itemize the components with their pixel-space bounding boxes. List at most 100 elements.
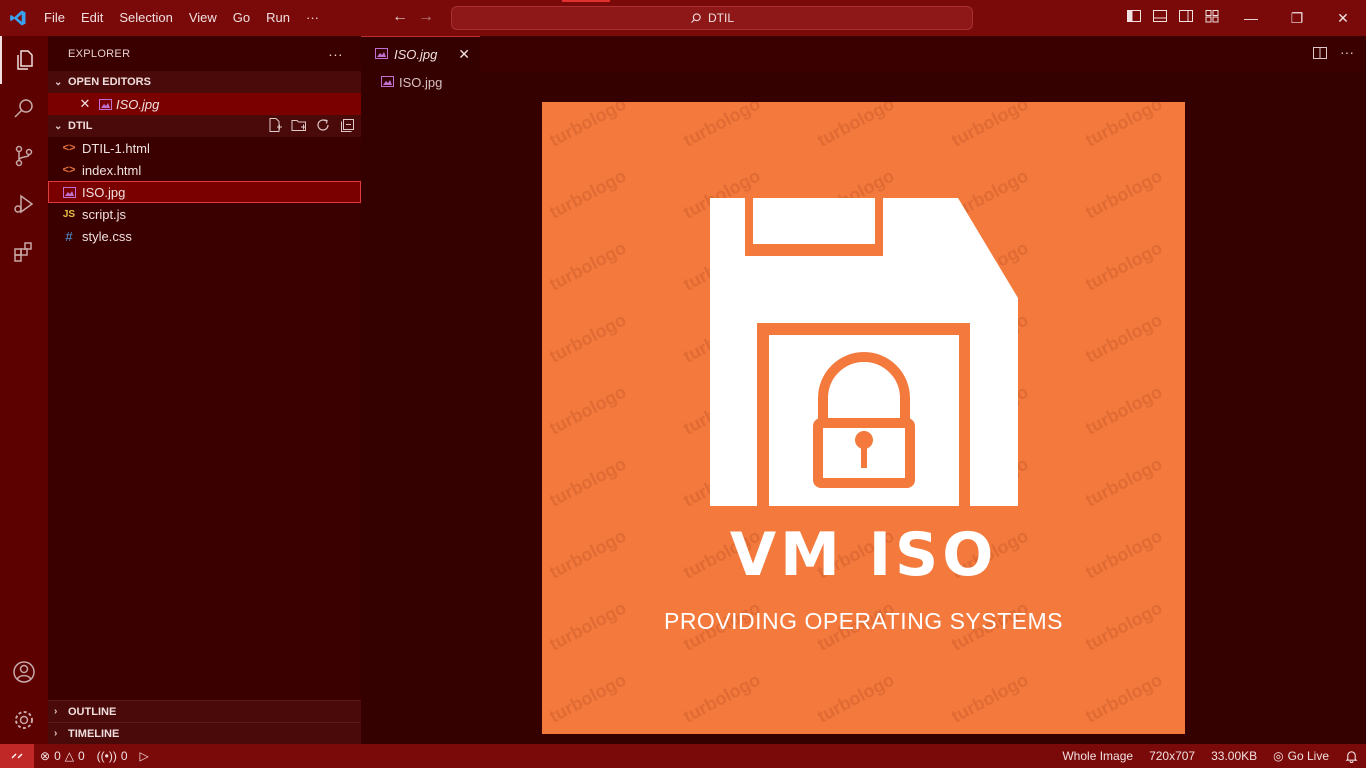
go-live-label: Go Live: [1287, 749, 1329, 763]
warning-icon: △: [64, 749, 74, 763]
menu-go[interactable]: Go: [225, 0, 258, 36]
tab-iso-jpg[interactable]: ISO.jpg ✕: [361, 36, 480, 71]
new-folder-icon[interactable]: [291, 117, 307, 133]
explorer-sidebar: EXPLORER ··· ⌄ OPEN EDITORS ✕ ISO.jpg ⌄ …: [48, 36, 361, 744]
logo-subtitle: PROVIDING OPERATING SYSTEMS: [663, 608, 1064, 634]
file-name: style.css: [82, 228, 132, 244]
accounts-icon[interactable]: [0, 648, 48, 696]
menu-bar: File Edit Selection View Go Run ···: [36, 0, 327, 36]
menu-selection[interactable]: Selection: [111, 0, 180, 36]
file-name: index.html: [82, 162, 142, 178]
status-bar: ⊗ 0 △ 0 ((•)) 0 ▷ Whole Image 720x707 33…: [0, 744, 1366, 768]
menu-view[interactable]: View: [181, 0, 225, 36]
file-item-dtil-1[interactable]: <> DTIL-1.html: [48, 137, 361, 159]
menu-more[interactable]: ···: [298, 0, 327, 36]
chevron-right-icon: ›: [54, 728, 58, 739]
notifications-bell-icon[interactable]: [1337, 750, 1366, 763]
image-size: 33.00KB: [1211, 749, 1258, 763]
toggle-panel-icon[interactable]: [1152, 8, 1168, 24]
navigation-arrows: ← →: [392, 8, 434, 26]
zoom-mode[interactable]: Whole Image: [1054, 749, 1141, 763]
go-live-button[interactable]: ◎ Go Live: [1265, 749, 1337, 763]
tab-label: ISO.jpg: [394, 46, 438, 62]
editor-more-icon[interactable]: ···: [1340, 45, 1354, 61]
activity-bar: [0, 36, 48, 744]
html-file-icon: <>: [62, 164, 76, 176]
folder-dtil-label: DTIL: [68, 120, 93, 132]
broadcast-icon: ◎: [1273, 749, 1284, 763]
error-icon: ⊗: [40, 749, 51, 763]
explorer-title: EXPLORER: [68, 47, 131, 60]
css-file-icon: #: [65, 228, 73, 244]
open-editors-header[interactable]: ⌄ OPEN EDITORS: [48, 71, 361, 93]
search-view-icon[interactable]: [0, 84, 48, 132]
js-file-icon: JS: [62, 208, 76, 220]
bottom-sections: › OUTLINE › TIMELINE: [48, 700, 361, 744]
command-center[interactable]: DTIL: [451, 6, 973, 30]
back-arrow-icon[interactable]: ←: [392, 8, 408, 26]
breadcrumb: ISO.jpg: [361, 71, 1366, 93]
close-window-icon[interactable]: ✕: [1320, 0, 1366, 36]
manage-gear-icon[interactable]: [0, 696, 48, 744]
command-center-label: DTIL: [707, 11, 734, 25]
forward-arrow-icon[interactable]: →: [418, 8, 434, 26]
open-editors-label: OPEN EDITORS: [68, 76, 151, 88]
vscode-logo-icon: [0, 0, 36, 36]
search-icon: [691, 13, 701, 23]
layout-controls: [1126, 8, 1220, 24]
minimize-icon[interactable]: —: [1228, 0, 1274, 36]
menu-file[interactable]: File: [36, 0, 73, 36]
open-editor-filename: ISO.jpg: [116, 96, 160, 112]
image-file-icon: [375, 47, 388, 62]
source-control-icon[interactable]: [0, 132, 48, 180]
floppy-lock-logo: [710, 198, 1018, 506]
chevron-down-icon: ⌄: [54, 76, 63, 88]
window-controls: — ❐ ✕: [1228, 0, 1366, 36]
warning-count: 0: [77, 749, 85, 763]
menu-edit[interactable]: Edit: [73, 0, 111, 36]
logo-title: VM ISO: [729, 520, 998, 590]
close-editor-icon[interactable]: ✕: [76, 96, 94, 112]
timeline-header[interactable]: › TIMELINE: [48, 722, 361, 744]
top-accent-line: [562, 0, 610, 2]
file-name: DTIL-1.html: [82, 140, 150, 156]
toggle-secondary-sidebar-icon[interactable]: [1178, 8, 1194, 24]
error-count: 0: [54, 749, 61, 763]
chevron-down-icon: ⌄: [54, 120, 63, 132]
timeline-label: TIMELINE: [68, 727, 120, 740]
split-editor-icon[interactable]: [1312, 45, 1328, 61]
file-item-iso[interactable]: ISO.jpg: [48, 181, 361, 203]
file-item-style[interactable]: # style.css: [48, 225, 361, 247]
editor-area: ISO.jpg ✕ ··· ISO.jpg turbologo turbologo…: [361, 36, 1366, 744]
image-file-icon: [381, 75, 394, 90]
file-item-script[interactable]: JS script.js: [48, 203, 361, 225]
image-file-icon: [96, 98, 114, 110]
chevron-right-icon: ›: [54, 706, 58, 717]
breadcrumb-item[interactable]: ISO.jpg: [399, 75, 442, 90]
ports-indicator[interactable]: ((•)) 0: [91, 749, 134, 763]
remote-indicator-icon[interactable]: [0, 744, 34, 768]
ports-count: 0: [120, 749, 128, 763]
explorer-icon[interactable]: [0, 36, 48, 84]
editor-actions: ···: [1312, 45, 1354, 61]
run-debug-icon[interactable]: [0, 180, 48, 228]
customize-layout-icon[interactable]: [1204, 8, 1220, 24]
toggle-primary-sidebar-icon[interactable]: [1126, 8, 1142, 24]
extensions-icon[interactable]: [0, 228, 48, 276]
folder-dtil-header[interactable]: ⌄ DTIL: [48, 115, 361, 137]
collapse-all-icon[interactable]: [339, 117, 355, 133]
close-tab-icon[interactable]: ✕: [458, 46, 470, 63]
html-file-icon: <>: [62, 142, 76, 154]
broadcast-icon: ((•)): [96, 749, 117, 763]
debug-status-icon[interactable]: ▷: [134, 749, 155, 763]
refresh-icon[interactable]: [315, 117, 331, 133]
outline-header[interactable]: › OUTLINE: [48, 700, 361, 722]
title-bar: File Edit Selection View Go Run ··· ← → …: [0, 0, 1366, 36]
menu-run[interactable]: Run: [258, 0, 298, 36]
problems-indicator[interactable]: ⊗ 0 △ 0: [34, 749, 91, 763]
new-file-icon[interactable]: [267, 117, 283, 133]
file-item-index[interactable]: <> index.html: [48, 159, 361, 181]
explorer-more-button[interactable]: ···: [328, 46, 343, 62]
open-editor-item[interactable]: ✕ ISO.jpg: [48, 93, 361, 115]
restore-icon[interactable]: ❐: [1274, 0, 1320, 36]
